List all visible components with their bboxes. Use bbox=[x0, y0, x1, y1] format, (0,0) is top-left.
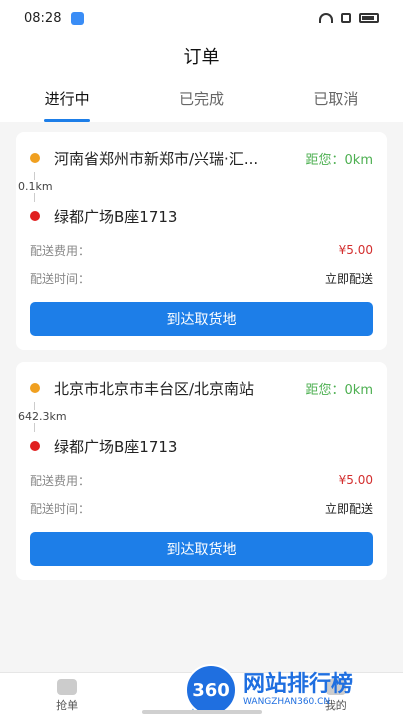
arrive-pickup-button[interactable]: 到达取货地 bbox=[30, 532, 373, 566]
signal-icon bbox=[341, 13, 351, 23]
order-tabs: 进行中 已完成 已取消 bbox=[0, 76, 403, 122]
tab-in-progress[interactable]: 进行中 bbox=[0, 76, 134, 122]
dropoff-address: 绿都广场B座1713 bbox=[54, 207, 178, 226]
nav-label: 抢单 bbox=[56, 698, 79, 712]
status-time: 08:28 bbox=[24, 10, 62, 26]
order-route: 河南省郑州市新郑市/兴瑞·汇... 距您：0km 0.1km 绿都广场B座171… bbox=[16, 144, 373, 230]
pickup-address: 河南省郑州市新郑市/兴瑞·汇... bbox=[54, 149, 259, 168]
fee-label: 配送费用： bbox=[30, 243, 91, 258]
watermark: 360 网站排行榜 WANGZHAN360.CN bbox=[185, 664, 395, 716]
battery-icon bbox=[359, 13, 379, 23]
route-distance: 0.1km bbox=[16, 180, 55, 193]
route-distance: 642.3km bbox=[16, 410, 69, 423]
arrive-pickup-button[interactable]: 到达取货地 bbox=[30, 302, 373, 336]
order-list: 河南省郑州市新郑市/兴瑞·汇... 距您：0km 0.1km 绿都广场B座171… bbox=[0, 122, 403, 580]
app-notification-icon bbox=[71, 11, 85, 25]
page-header: 订单 bbox=[0, 36, 403, 76]
order-route: 北京市北京市丰台区/北京南站 距您：0km 642.3km 绿都广场B座1713 bbox=[16, 374, 373, 460]
fee-value: ¥5.00 bbox=[338, 243, 373, 257]
time-value: 立即配送 bbox=[324, 271, 373, 286]
status-bar: 08:28 bbox=[0, 0, 403, 36]
order-card[interactable]: 北京市北京市丰台区/北京南站 距您：0km 642.3km 绿都广场B座1713… bbox=[16, 362, 387, 580]
time-label: 配送时间： bbox=[30, 271, 91, 286]
watermark-logo: 360 bbox=[185, 664, 237, 716]
fee-value: ¥5.00 bbox=[338, 473, 373, 487]
nav-grab-order[interactable]: 抢单 bbox=[0, 673, 134, 718]
time-label: 配送时间： bbox=[30, 501, 91, 516]
pickup-dot-icon bbox=[30, 153, 40, 163]
home-indicator bbox=[141, 710, 262, 714]
tab-completed[interactable]: 已完成 bbox=[134, 76, 268, 122]
watermark-title: 网站排行榜 bbox=[243, 672, 354, 697]
time-value: 立即配送 bbox=[324, 501, 373, 516]
wifi-icon bbox=[319, 13, 333, 23]
fee-label: 配送费用： bbox=[30, 473, 91, 488]
pickup-dot-icon bbox=[30, 383, 40, 393]
pickup-address: 北京市北京市丰台区/北京南站 bbox=[54, 379, 255, 398]
order-card[interactable]: 河南省郑州市新郑市/兴瑞·汇... 距您：0km 0.1km 绿都广场B座171… bbox=[16, 132, 387, 350]
dropoff-dot-icon bbox=[30, 211, 40, 221]
dropoff-dot-icon bbox=[30, 441, 40, 451]
grab-order-icon bbox=[57, 678, 78, 695]
watermark-subtitle: WANGZHAN360.CN bbox=[243, 697, 331, 707]
distance-to-you: 距您：0km bbox=[305, 152, 373, 168]
page-title: 订单 bbox=[183, 47, 220, 68]
distance-to-you: 距您：0km bbox=[305, 382, 373, 398]
dropoff-address: 绿都广场B座1713 bbox=[54, 437, 178, 456]
tab-cancelled[interactable]: 已取消 bbox=[269, 76, 403, 122]
